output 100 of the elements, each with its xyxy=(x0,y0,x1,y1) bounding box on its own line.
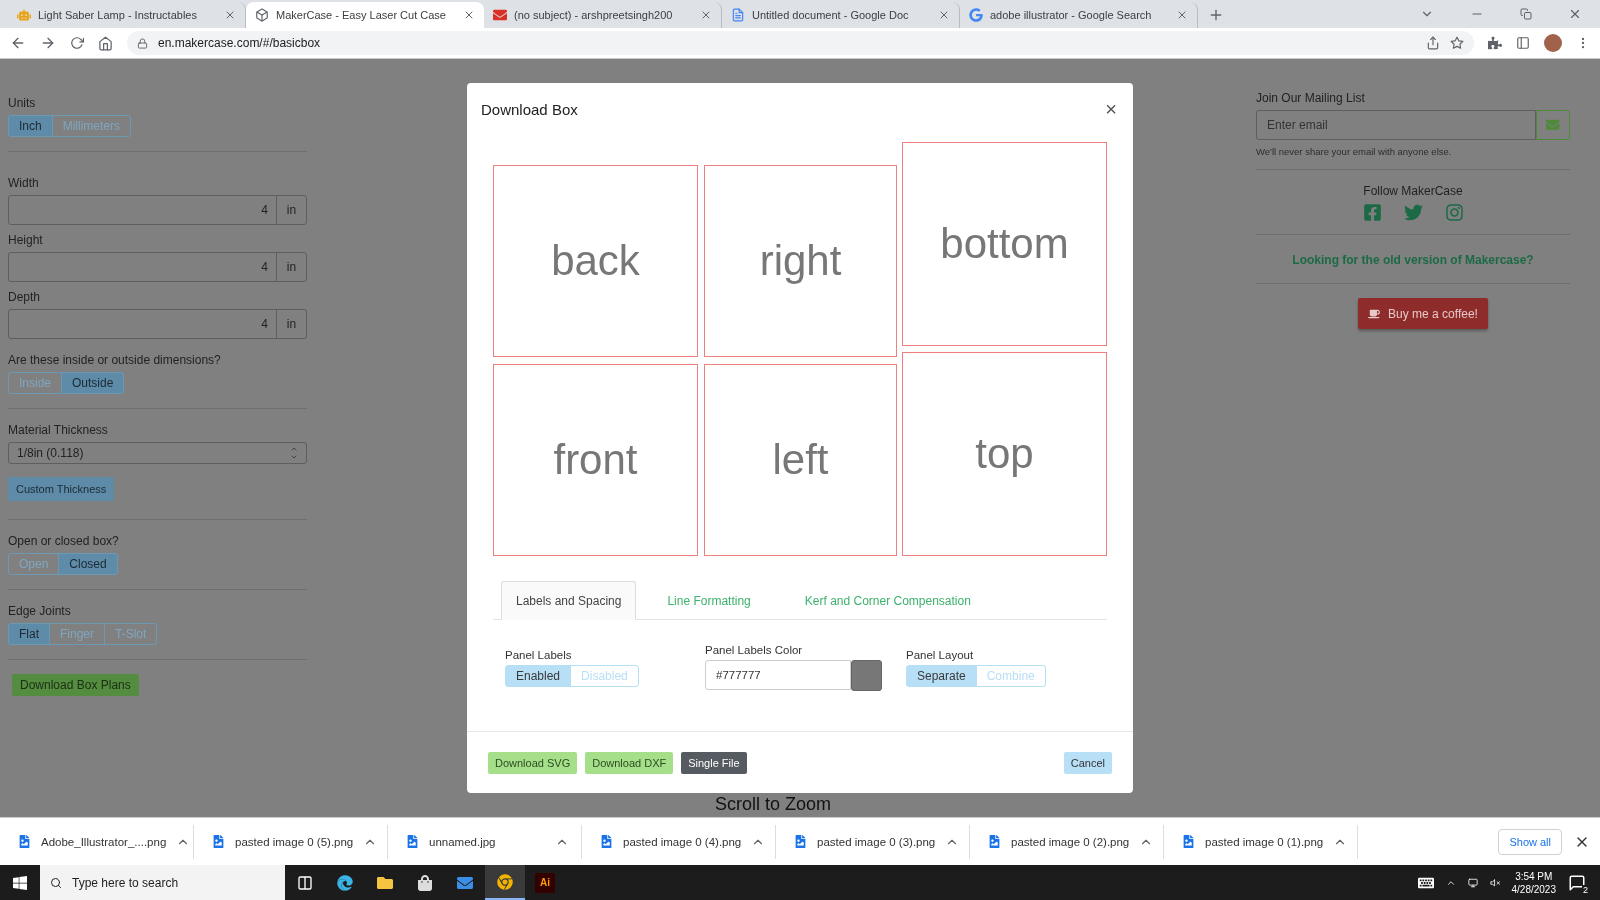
address-bar[interactable]: en.makercase.com/#/basicbox xyxy=(127,31,1474,55)
notification-count: 2 xyxy=(1582,884,1589,895)
unit-label: in xyxy=(276,253,306,281)
coffee-button[interactable]: Buy me a coffee! xyxy=(1358,298,1488,329)
restore-icon[interactable] xyxy=(1520,8,1532,20)
box-panel: bottom xyxy=(902,142,1107,346)
tab-title: (no subject) - arshpreetsingh200 xyxy=(514,9,674,21)
segment-button[interactable]: Enabled xyxy=(505,665,572,687)
tab-title: Untitled document - Google Doc xyxy=(752,9,910,21)
browser-icon[interactable] xyxy=(337,874,353,891)
color-swatch[interactable] xyxy=(851,660,882,691)
field-label: Depth xyxy=(8,290,42,304)
download-item[interactable]: unnamed.jpg xyxy=(388,824,582,859)
windows-icon[interactable] xyxy=(12,874,28,891)
store-icon[interactable] xyxy=(417,874,433,891)
profile-avatar[interactable] xyxy=(1544,34,1562,52)
puzzle-icon[interactable] xyxy=(1488,36,1502,50)
download-item[interactable]: Adobe_Illustrator_....png xyxy=(0,824,194,859)
search-placeholder: Type here to search xyxy=(72,875,179,890)
mail-icon[interactable] xyxy=(457,874,473,891)
privacy-note: We'll never share your email with anyone else. xyxy=(1256,146,1453,157)
field-label: Width xyxy=(8,176,40,190)
star-icon[interactable] xyxy=(1450,36,1464,50)
dialog-button[interactable]: Single File xyxy=(681,751,747,774)
close-icon[interactable] xyxy=(463,9,475,21)
back-icon[interactable] xyxy=(10,35,26,51)
follow-heading: Follow MakerCase xyxy=(1362,184,1464,198)
tab-title: adobe illustrator - Google Search xyxy=(990,9,1153,21)
browser-tab[interactable]: MakerCase - Easy Laser Cut Case xyxy=(246,2,484,28)
box-panel: left xyxy=(704,364,897,556)
download-item[interactable]: pasted image 0 (4).png xyxy=(582,824,776,859)
file-name: unnamed.jpg xyxy=(429,835,497,848)
number-field[interactable]: 4 in xyxy=(8,309,307,339)
download-item[interactable]: pasted image 0 (5).png xyxy=(194,824,388,859)
box-panel: right xyxy=(704,165,897,357)
new-tab-icon[interactable] xyxy=(1208,7,1224,23)
dialog-button[interactable]: Download DXF xyxy=(585,751,674,774)
field-label: Are these inside or outside dimensions? xyxy=(8,353,222,367)
file-name: Adobe_Illustrator_....png xyxy=(41,835,167,848)
email-field[interactable]: Enter email xyxy=(1256,110,1536,140)
download-item[interactable]: pasted image 0 (1).png xyxy=(1164,824,1358,859)
zoom-hint: Scroll to Zoom xyxy=(715,794,832,815)
chrome-icon[interactable] xyxy=(497,873,513,890)
field-label: Edge Joints xyxy=(8,604,72,618)
download-item[interactable]: pasted image 0 (2).png xyxy=(970,824,1164,859)
search-icon xyxy=(50,876,62,889)
download-plans-button[interactable]: Download Box Plans xyxy=(12,674,139,696)
file-name: pasted image 0 (3).png xyxy=(817,835,936,848)
robot-icon xyxy=(17,8,31,22)
segment-button[interactable]: Outside xyxy=(61,372,125,394)
reload-icon[interactable] xyxy=(70,36,84,50)
segment-button[interactable]: Inch xyxy=(8,115,53,137)
field-label: Open or closed box? xyxy=(8,534,120,548)
number-field[interactable]: 4 in xyxy=(8,195,307,225)
segment-button[interactable]: Flat xyxy=(8,623,50,645)
field-label: Material Thickness xyxy=(8,423,109,437)
mailing-title: Join Our Mailing List xyxy=(1256,91,1366,105)
thickness-select[interactable]: 1/8in (0.118) xyxy=(8,442,307,464)
image-file-icon xyxy=(18,835,31,848)
custom-thickness-button[interactable]: Custom Thickness xyxy=(8,477,115,501)
segment-button[interactable]: Closed xyxy=(58,553,118,575)
network-icon[interactable] xyxy=(1467,877,1478,888)
tab-title: Light Saber Lamp - Instructables xyxy=(38,9,198,21)
number-field[interactable]: 4 in xyxy=(8,252,307,282)
show-all-button[interactable]: Show all xyxy=(1498,828,1562,855)
mute-icon[interactable] xyxy=(1489,877,1500,888)
unit-label: in xyxy=(276,310,306,338)
option-label: Panel Labels Color xyxy=(705,644,804,656)
image-file-icon xyxy=(212,835,225,848)
field-value: 4 xyxy=(260,259,269,276)
dialog-button[interactable]: Download SVG xyxy=(488,751,578,774)
side-panel-icon[interactable] xyxy=(1516,36,1530,50)
envelope-icon xyxy=(1546,118,1560,132)
task-view-icon[interactable] xyxy=(297,874,313,891)
segment-button[interactable]: Separate xyxy=(906,665,977,687)
image-file-icon xyxy=(406,835,419,848)
tab-title: MakerCase - Easy Laser Cut Case xyxy=(276,9,447,21)
dialog-tab[interactable]: Labels and Spacing xyxy=(501,581,637,620)
box-icon xyxy=(255,8,269,22)
illustrator-icon[interactable]: Ai xyxy=(535,872,555,893)
dialog-button[interactable]: Cancel xyxy=(1063,751,1112,774)
image-file-icon xyxy=(600,835,613,848)
box-panel: front xyxy=(493,364,698,556)
cup-icon xyxy=(1368,307,1381,320)
taskbar-search[interactable]: Type here to search xyxy=(40,865,285,900)
forward-icon[interactable] xyxy=(40,35,56,51)
close-button[interactable]: × xyxy=(1105,99,1117,119)
box-panel: top xyxy=(902,352,1107,556)
folder-icon[interactable] xyxy=(377,874,393,891)
color-field[interactable]: #777777 xyxy=(705,660,851,690)
notification-icon[interactable]: 2 xyxy=(1568,873,1586,892)
home-icon[interactable] xyxy=(98,35,113,51)
clock-time: 3:54 PM xyxy=(1515,870,1553,882)
field-label: Units xyxy=(8,96,37,110)
image-file-icon xyxy=(794,835,807,848)
share-icon[interactable] xyxy=(1426,36,1440,50)
download-item[interactable]: pasted image 0 (3).png xyxy=(776,824,970,859)
field-label: Height xyxy=(8,233,44,247)
unit-label: in xyxy=(276,196,306,224)
dialog-title: Download Box xyxy=(481,100,578,118)
